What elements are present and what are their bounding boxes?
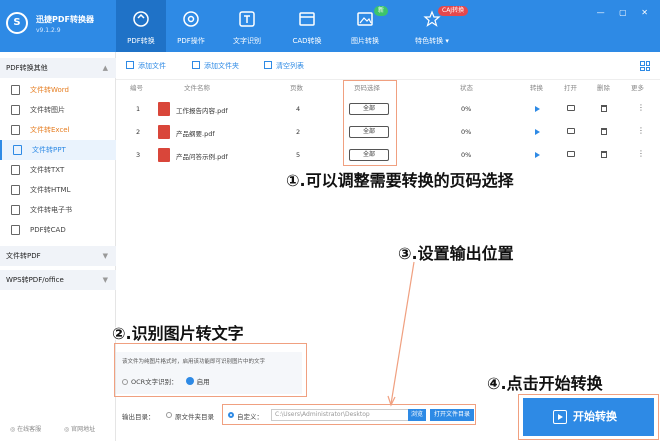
annotation-output: ③.设置输出位置	[398, 244, 514, 263]
app-window: S 迅捷PDF转换器 v9.1.2.9 PDF转换 PDF操作 文字识别 CAD…	[0, 0, 660, 441]
annotation-page-range: ①.可以调整需要转换的页码选择	[286, 171, 514, 190]
annotation-start: ④.点击开始转换	[487, 374, 603, 393]
annotation-ocr: ②.识别图片转文字	[112, 324, 244, 343]
